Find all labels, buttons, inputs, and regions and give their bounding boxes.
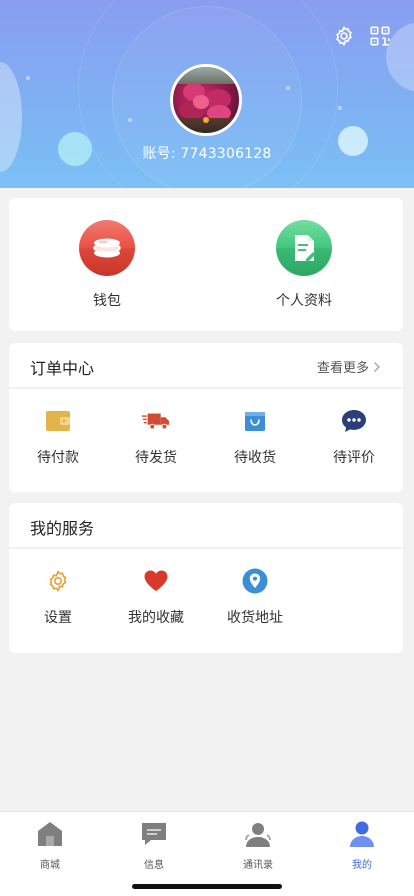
chevron-right-icon <box>373 361 381 372</box>
home-icon <box>38 822 62 846</box>
coins-icon <box>93 238 121 258</box>
message-icon <box>142 823 166 845</box>
document-icon <box>295 235 316 262</box>
my-services-title: 我的服务 <box>30 519 95 538</box>
tab-mall-label: 商城 <box>40 860 60 871</box>
pending-review-button[interactable]: 待评价 <box>305 407 403 467</box>
tab-contacts-label: 通讯录 <box>243 860 273 871</box>
avatar[interactable] <box>170 64 242 136</box>
wallet-button[interactable]: 钱包 <box>47 220 167 310</box>
wallet-icon <box>44 407 72 435</box>
qr-code-icon <box>370 26 390 46</box>
settings-service-button[interactable]: 设置 <box>9 567 107 627</box>
profile-header: 账号: 7743306128 <box>0 0 414 188</box>
heart-icon <box>142 567 170 595</box>
order-status-grid: 待付款 待发货 待收货 待评价 <box>9 389 403 492</box>
tab-contacts[interactable]: 通讯录 <box>208 820 308 871</box>
profile-info-label: 个人资料 <box>276 293 332 309</box>
tab-mall[interactable]: 商城 <box>0 820 100 871</box>
home-indicator <box>132 884 282 889</box>
profile-info-button[interactable]: 个人资料 <box>244 220 364 310</box>
favorites-button[interactable]: 我的收藏 <box>107 567 205 627</box>
tab-mine-label: 我的 <box>352 860 372 871</box>
profile-icon-circle <box>276 220 332 276</box>
header-decoration-dot <box>286 86 290 90</box>
shipping-address-button[interactable]: 收货地址 <box>206 567 304 627</box>
my-services-header: 我的服务 <box>9 503 403 547</box>
favorites-label: 我的收藏 <box>128 610 184 626</box>
shopping-bag-icon <box>241 407 269 435</box>
pending-payment-label: 待付款 <box>37 450 79 466</box>
tab-messages[interactable]: 信息 <box>104 820 204 871</box>
pending-receipt-label: 待收货 <box>234 450 276 466</box>
pending-review-label: 待评价 <box>333 450 375 466</box>
header-decoration-dot <box>338 106 342 110</box>
account-number: 账号: 7743306128 <box>142 146 272 162</box>
pending-payment-button[interactable]: 待付款 <box>9 407 107 467</box>
wallet-label: 钱包 <box>93 293 121 309</box>
pending-shipment-button[interactable]: 待发货 <box>107 407 205 467</box>
chat-bubble-icon <box>340 407 368 435</box>
truck-icon <box>142 407 170 435</box>
contacts-icon <box>245 823 271 847</box>
gear-icon <box>336 26 352 46</box>
services-grid: 设置 我的收藏 收货地址 <box>9 549 403 653</box>
order-center-header: 订单中心 查看更多 <box>9 343 403 387</box>
location-pin-icon <box>241 567 269 595</box>
wallet-icon-circle <box>79 220 135 276</box>
header-decoration-dot <box>128 118 132 122</box>
settings-service-label: 设置 <box>44 610 72 626</box>
header-decoration-dot <box>26 76 30 80</box>
user-icon <box>350 821 374 847</box>
pending-shipment-label: 待发货 <box>135 450 177 466</box>
settings-button[interactable] <box>332 24 356 48</box>
shipping-address-label: 收货地址 <box>227 610 283 626</box>
quick-actions-card: 钱包 个人资料 <box>9 198 403 331</box>
tab-mine[interactable]: 我的 <box>312 820 412 871</box>
view-more-label: 查看更多 <box>316 361 369 376</box>
pending-receipt-button[interactable]: 待收货 <box>206 407 304 467</box>
gear-icon <box>44 567 72 595</box>
order-center-title: 订单中心 <box>30 359 95 378</box>
qr-code-button[interactable] <box>368 24 392 48</box>
view-more-button[interactable]: 查看更多 <box>317 357 381 376</box>
tab-messages-label: 信息 <box>144 860 164 871</box>
